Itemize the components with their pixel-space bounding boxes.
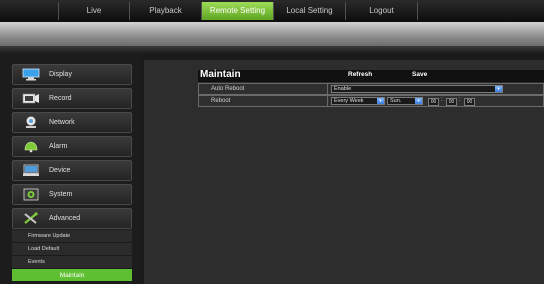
auto-reboot-label: Auto Reboot xyxy=(211,86,245,92)
maintain-panel: Maintain Refresh Save Auto Reboot Enable… xyxy=(198,69,544,112)
tab-playback[interactable]: Playback xyxy=(130,2,202,20)
reboot-hour-input[interactable]: 00 xyxy=(428,98,439,106)
auto-reboot-select[interactable]: Enable ▼ xyxy=(331,85,503,93)
sidebar-item-label: Alarm xyxy=(49,143,68,150)
device-icon xyxy=(21,164,41,178)
sidebar-item-record[interactable]: Record xyxy=(12,88,132,109)
reboot-row: Reboot Every Week ▼ Sun. ▼ 00 : 00 : 00 xyxy=(198,95,544,107)
sidebar-item-label: Display xyxy=(49,71,72,78)
tab-logout[interactable]: Logout xyxy=(346,2,418,20)
reboot-day-select[interactable]: Sun. ▼ xyxy=(387,97,423,105)
subitem-events[interactable]: Events xyxy=(12,256,132,269)
time-separator: : xyxy=(459,97,461,103)
time-separator: : xyxy=(441,97,443,103)
sidebar-item-label: System xyxy=(49,191,73,198)
sidebar: Display Record Network Alarm Device Syst… xyxy=(0,54,140,284)
tab-remote-setting[interactable]: Remote Setting xyxy=(202,2,274,20)
nav-tabs: Live Playback Remote Setting Local Setti… xyxy=(58,2,418,20)
reboot-minute-input[interactable]: 00 xyxy=(446,98,457,106)
subitem-load-default[interactable]: Load Default xyxy=(12,243,132,256)
reboot-label: Reboot xyxy=(211,98,231,104)
column-divider xyxy=(327,96,328,106)
sidebar-item-device[interactable]: Device xyxy=(12,160,132,181)
reboot-day-value: Sun. xyxy=(390,98,402,104)
subitem-firmware-update[interactable]: Firmware Update xyxy=(12,230,132,243)
monitor-icon xyxy=(21,68,41,82)
reboot-second-input[interactable]: 00 xyxy=(464,98,475,106)
page-title: Maintain xyxy=(200,69,241,80)
save-button[interactable]: Save xyxy=(412,71,427,78)
record-icon xyxy=(21,92,41,106)
tools-icon xyxy=(21,212,41,226)
maintain-header: Maintain Refresh Save xyxy=(198,69,544,82)
reboot-frequency-select[interactable]: Every Week ▼ xyxy=(331,97,385,105)
header-band xyxy=(0,22,544,46)
auto-reboot-value: Enable xyxy=(334,86,352,92)
column-divider xyxy=(327,84,328,94)
auto-reboot-row: Auto Reboot Enable ▼ xyxy=(198,83,544,95)
sidebar-item-label: Advanced xyxy=(49,215,81,222)
sidebar-item-system[interactable]: System xyxy=(12,184,132,205)
subitem-maintain[interactable]: Maintain xyxy=(12,269,132,282)
system-icon xyxy=(21,188,41,202)
refresh-button[interactable]: Refresh xyxy=(348,71,372,78)
sidebar-item-alarm[interactable]: Alarm xyxy=(12,136,132,157)
chevron-down-icon[interactable]: ▼ xyxy=(495,86,502,92)
sidebar-item-display[interactable]: Display xyxy=(12,64,132,85)
chevron-down-icon[interactable]: ▼ xyxy=(377,98,384,104)
top-navigation-bar: Live Playback Remote Setting Local Setti… xyxy=(0,0,544,22)
network-icon xyxy=(21,116,41,130)
header-divider xyxy=(0,46,544,54)
sidebar-item-label: Device xyxy=(49,167,71,174)
sidebar-item-label: Network xyxy=(49,119,75,126)
reboot-frequency-value: Every Week xyxy=(334,98,364,104)
sidebar-item-advanced[interactable]: Advanced xyxy=(12,208,132,229)
sidebar-item-network[interactable]: Network xyxy=(12,112,132,133)
tab-local-setting[interactable]: Local Setting xyxy=(274,2,346,20)
chevron-down-icon[interactable]: ▼ xyxy=(415,98,422,104)
alarm-icon xyxy=(21,140,41,154)
tab-live[interactable]: Live xyxy=(58,2,130,20)
sidebar-item-label: Record xyxy=(49,95,72,102)
